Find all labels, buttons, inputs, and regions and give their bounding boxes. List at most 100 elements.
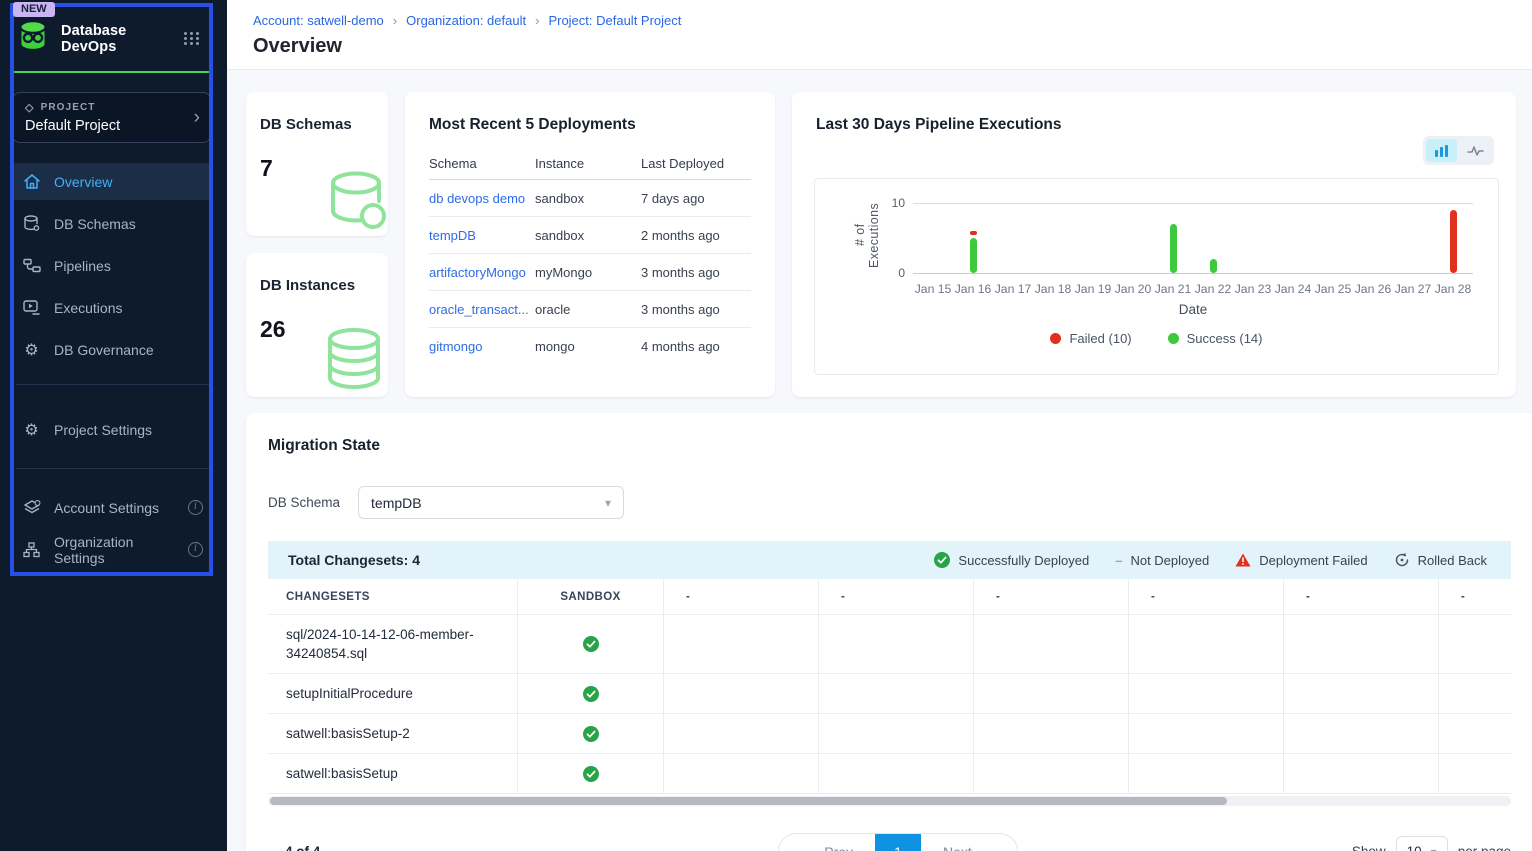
total-changesets-bar: Total Changesets: 4 Successfully Deploye… — [268, 541, 1511, 579]
sidebar-divider — [16, 384, 209, 385]
empty-cell — [819, 674, 974, 714]
empty-cell — [1129, 674, 1284, 714]
sidebar-item-overview[interactable]: Overview — [12, 163, 213, 200]
bar-failed-jan-16 — [970, 231, 977, 235]
app-switcher-grid-icon[interactable] — [184, 32, 200, 45]
legend-label: Success (14) — [1187, 331, 1263, 346]
page-title: Overview — [253, 35, 1506, 58]
migration-title: Migration State — [268, 437, 1532, 455]
pipelines-icon — [22, 258, 41, 273]
empty-cell — [1129, 714, 1284, 754]
changesets-column-header: CHANGESETS — [268, 579, 518, 615]
project-name: Default Project — [25, 118, 198, 134]
breadcrumb-link[interactable]: Organization: default — [406, 13, 526, 28]
sidebar-item-label: Project Settings — [54, 422, 203, 438]
prev-page-button[interactable]: ←Prev — [779, 834, 875, 851]
account-layers-icon — [22, 500, 41, 516]
instance-cell: sandbox — [535, 228, 641, 243]
governance-gear-icon: ⚙ — [22, 342, 41, 358]
sidebar-item-label: Organization Settings — [54, 534, 175, 566]
status-legend-label: Deployment Failed — [1259, 553, 1367, 568]
sidebar-item-executions[interactable]: Executions — [12, 289, 213, 326]
x-tick: Jan 20 — [1113, 282, 1153, 296]
chart-title: Last 30 Days Pipeline Executions — [816, 116, 1492, 134]
changesets-column-header: - — [819, 579, 974, 615]
settings-gear-icon: ⚙ — [22, 422, 41, 438]
pipeline-executions-card: Last 30 Days Pipeline Executions # of Ex… — [792, 92, 1516, 397]
empty-cell — [819, 754, 974, 794]
success-check-icon — [934, 552, 950, 568]
stat-title: DB Schemas — [260, 116, 374, 133]
empty-cell — [1439, 754, 1511, 794]
new-badge: NEW — [13, 2, 55, 17]
show-label: Show — [1352, 844, 1386, 851]
schema-link[interactable]: oracle_transact... — [429, 302, 535, 317]
database-logo-icon — [15, 18, 51, 59]
x-tick: Jan 22 — [1193, 282, 1233, 296]
executions-bar-chart: # of Executions 10 0 Jan 15Jan 16Jan 17J… — [814, 178, 1499, 375]
breadcrumb-link[interactable]: Account: satwell-demo — [253, 13, 384, 28]
x-tick: Jan 25 — [1313, 282, 1353, 296]
deployment-row: gitmongo mongo 4 months ago — [429, 328, 751, 365]
deployments-header-row: SchemaInstanceLast Deployed — [429, 147, 751, 180]
sidebar-item-pipelines[interactable]: Pipelines — [12, 247, 213, 284]
stat-card-db-schemas: DB Schemas 7 — [246, 92, 388, 236]
changeset-status-cell — [518, 615, 664, 674]
db-schemas-icon — [22, 215, 41, 232]
changeset-name-cell: setupInitialProcedure — [268, 674, 518, 714]
changeset-status-cell — [518, 674, 664, 714]
sidebar-item-account-settings[interactable]: Account Settingsi — [12, 489, 213, 526]
schema-link[interactable]: gitmongo — [429, 339, 535, 354]
arrow-left-icon: ← — [801, 844, 815, 851]
success-check-icon — [583, 766, 599, 782]
page-size-select[interactable]: 10 ▾ — [1396, 836, 1448, 851]
info-icon[interactable]: i — [188, 500, 203, 515]
changeset-name-cell: satwell:basisSetup-2 — [268, 714, 518, 754]
changesets-column-header: - — [1439, 579, 1511, 615]
schema-link[interactable]: db devops demo — [429, 191, 535, 206]
x-tick: Jan 15 — [913, 282, 953, 296]
line-chart-toggle[interactable] — [1460, 139, 1491, 162]
current-page-button[interactable]: 1 — [875, 833, 921, 851]
schema-link[interactable]: artifactoryMongo — [429, 265, 535, 280]
sidebar-nav: Overview DB Schemas Pipelines Executions ⚙DB… — [0, 163, 227, 568]
bar-chart-toggle[interactable] — [1426, 139, 1457, 162]
empty-cell — [1284, 615, 1439, 674]
total-changesets-label: Total Changesets: 4 — [288, 552, 420, 568]
arrow-right-icon: → — [981, 844, 995, 851]
sidebar-item-project-settings[interactable]: ⚙ Project Settings — [12, 411, 213, 448]
legend-label: Failed (10) — [1069, 331, 1131, 346]
chevron-down-icon: ▾ — [605, 496, 611, 510]
bar-success-jan-16 — [970, 238, 977, 273]
project-selector[interactable]: ◇ PROJECT Default Project › — [12, 92, 211, 143]
chevron-right-icon: › — [194, 107, 200, 129]
last-deployed-cell: 7 days ago — [641, 191, 751, 206]
empty-cell — [664, 674, 819, 714]
scrollbar-thumb[interactable] — [270, 797, 1227, 805]
sidebar-item-label: DB Schemas — [54, 216, 203, 232]
db-schema-select[interactable]: tempDB ▾ — [358, 486, 624, 519]
breadcrumb-link[interactable]: Project: Default Project — [548, 13, 681, 28]
instance-cell: sandbox — [535, 191, 641, 206]
info-icon[interactable]: i — [188, 542, 203, 557]
sidebar-item-db-schemas[interactable]: DB Schemas — [12, 205, 213, 242]
legend-dot-icon — [1168, 333, 1179, 344]
sidebar-item-organization-settings[interactable]: Organization Settings i — [12, 531, 213, 568]
legend-item: Failed (10) — [1050, 331, 1131, 346]
next-page-button[interactable]: Next→ — [921, 834, 1017, 851]
empty-cell — [664, 615, 819, 674]
sidebar-divider — [16, 468, 209, 469]
schema-link[interactable]: tempDB — [429, 228, 535, 243]
status-legend-label: Not Deployed — [1130, 553, 1209, 568]
x-tick: Jan 18 — [1033, 282, 1073, 296]
empty-cell — [1439, 615, 1511, 674]
stat-card-db-instances: DB Instances 26 — [246, 253, 388, 397]
horizontal-scrollbar[interactable] — [268, 796, 1511, 806]
chart-plot-area — [913, 179, 1473, 273]
empty-cell — [1284, 754, 1439, 794]
x-tick: Jan 17 — [993, 282, 1033, 296]
x-tick: Jan 26 — [1353, 282, 1393, 296]
empty-cell — [974, 714, 1129, 754]
sidebar-item-db-governance[interactable]: ⚙DB Governance — [12, 331, 213, 368]
executions-icon — [22, 300, 41, 315]
